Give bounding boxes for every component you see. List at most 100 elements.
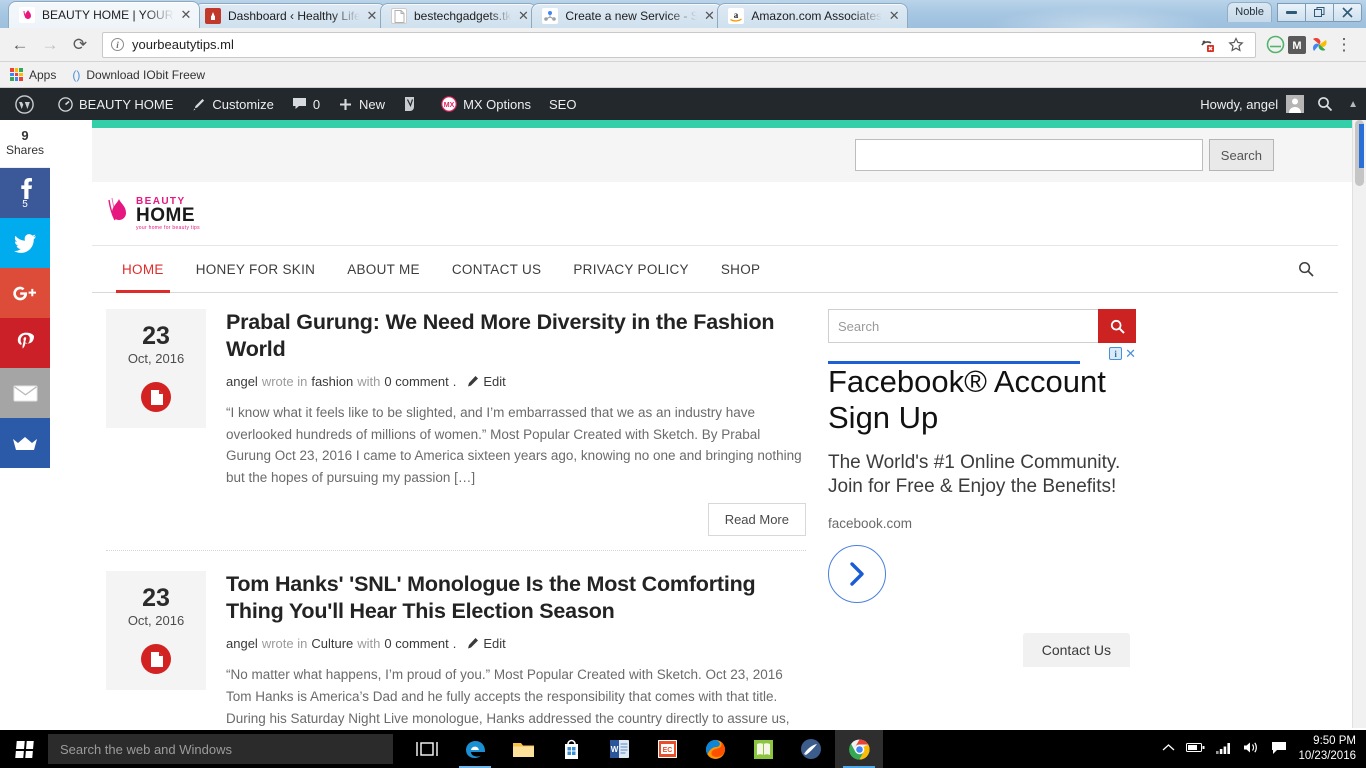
read-more-button[interactable]: Read More (707, 503, 806, 537)
ad-info-icon[interactable]: i (1109, 347, 1123, 360)
comments-menu[interactable]: 0 (283, 88, 329, 120)
customize-menu[interactable]: Customize (182, 88, 282, 120)
taskbar-search-box[interactable]: Search the web and Windows (48, 734, 393, 764)
nav-item-shop[interactable]: SHOP (705, 246, 776, 292)
file-explorer-icon[interactable] (499, 730, 547, 768)
extension-m-icon[interactable]: M (1286, 34, 1308, 56)
word-icon[interactable]: W (595, 730, 643, 768)
bookmark-star-icon[interactable] (1225, 34, 1247, 56)
tray-expand-icon[interactable] (1162, 743, 1175, 755)
close-button[interactable] (1333, 2, 1362, 22)
extension-green-icon[interactable] (1264, 34, 1286, 56)
top-search-button[interactable]: Search (1208, 139, 1274, 171)
share-pinterest-button[interactable] (0, 318, 50, 368)
share-googleplus-button[interactable] (0, 268, 50, 318)
store-icon[interactable] (547, 730, 595, 768)
pencil-icon (468, 375, 479, 387)
browser-tab-3[interactable]: bestechgadgets.tk ✕ (380, 3, 538, 28)
admin-item-label: 0 (312, 96, 321, 112)
reload-button[interactable]: ⟳ (66, 31, 94, 59)
post-author[interactable]: angel (226, 374, 258, 389)
search-button[interactable] (1098, 309, 1136, 343)
close-icon[interactable]: ✕ (516, 8, 530, 23)
address-bar[interactable]: i yourbeautytips.ml (102, 31, 1256, 58)
scroll-up-arrow[interactable]: ▲ (1348, 99, 1358, 110)
post-category[interactable]: Culture (311, 636, 353, 651)
back-button[interactable]: ← (6, 31, 34, 59)
post-edit-link[interactable]: Edit (466, 373, 506, 389)
close-icon[interactable]: ✕ (179, 7, 193, 22)
forward-button[interactable]: → (36, 31, 64, 59)
howdy-user-menu[interactable]: Howdy, angel (1191, 88, 1308, 120)
action-center-icon[interactable] (1271, 741, 1287, 758)
ad-close-icon[interactable]: ✕ (1125, 347, 1136, 360)
browser-tab-5[interactable]: a Amazon.com Associates ✕ (717, 3, 909, 28)
admin-search-icon[interactable] (1308, 88, 1342, 120)
post-edit-link[interactable]: Edit (466, 636, 506, 651)
browser-toolbar: ← → ⟳ i yourbeautytips.ml M ⋮ (0, 28, 1366, 62)
noble-profile-tab[interactable]: Noble (1227, 2, 1272, 22)
post-comment-count[interactable]: 0 comment (384, 636, 448, 651)
close-icon[interactable]: ✕ (702, 8, 716, 23)
firefox-icon[interactable] (691, 730, 739, 768)
site-info-icon[interactable]: i (111, 38, 124, 51)
network-icon[interactable] (1216, 742, 1232, 757)
search-input[interactable] (828, 309, 1098, 343)
nav-item-honey-for-skin[interactable]: HONEY FOR SKIN (180, 246, 331, 292)
share-facebook-button[interactable]: 5 (0, 168, 50, 218)
chrome-menu-button[interactable]: ⋮ (1330, 31, 1358, 59)
minimize-button[interactable] (1277, 2, 1306, 22)
paint-icon[interactable] (787, 730, 835, 768)
battery-icon[interactable] (1186, 742, 1205, 756)
close-icon[interactable]: ✕ (365, 8, 379, 23)
post-title-link[interactable]: Tom Hanks' 'SNL' Monologue Is the Most C… (226, 572, 756, 623)
nav-item-contact-us[interactable]: CONTACT US (436, 246, 558, 292)
post-title-link[interactable]: Prabal Gurung: We Need More Diversity in… (226, 310, 775, 361)
nav-search-icon[interactable] (1298, 246, 1338, 292)
new-content-menu[interactable]: New (329, 88, 394, 120)
page-scrollbar[interactable] (1352, 120, 1366, 728)
taskbar-clock[interactable]: 9:50 PM 10/23/2016 (1298, 734, 1356, 764)
restore-button[interactable] (1305, 2, 1334, 22)
link-icon: () (72, 67, 81, 82)
top-search-input[interactable] (854, 139, 1203, 171)
share-email-button[interactable] (0, 368, 50, 418)
browser-tab-2[interactable]: Dashboard ‹ Healthy Life ✕ (194, 3, 386, 28)
publisher-icon[interactable]: EC (643, 730, 691, 768)
adblock-icon[interactable] (1196, 34, 1218, 56)
post-author[interactable]: angel (226, 636, 258, 651)
browser-tab-1[interactable]: BEAUTY HOME | YOUR H ✕ (8, 1, 200, 28)
omnibox-actions (1196, 34, 1247, 56)
start-button[interactable] (0, 730, 48, 768)
wp-logo-button[interactable] (6, 88, 49, 120)
bookmark-apps[interactable]: Apps (10, 68, 56, 82)
dictionary-icon[interactable] (739, 730, 787, 768)
share-twitter-button[interactable] (0, 218, 50, 268)
close-icon[interactable]: ✕ (887, 8, 901, 23)
ad-headline[interactable]: Facebook® Account Sign Up (828, 364, 1106, 435)
browser-tab-4[interactable]: Create a new Service - SE ✕ (531, 3, 724, 28)
post-comment-count[interactable]: 0 comment (384, 374, 448, 389)
admin-item-label: MX Options (463, 96, 531, 112)
task-view-icon[interactable] (403, 730, 451, 768)
ad-next-arrow-button[interactable] (828, 544, 886, 603)
site-name-menu[interactable]: BEAUTY HOME (49, 88, 182, 120)
post-edit-label: Edit (483, 373, 506, 389)
nav-item-home[interactable]: HOME (106, 246, 180, 293)
extension-pinwheel-icon[interactable] (1308, 34, 1330, 56)
crown-icon (13, 436, 37, 450)
contact-us-button[interactable]: Contact Us (1022, 632, 1130, 667)
facebook-share-count: 5 (22, 198, 28, 210)
seo-menu[interactable]: SEO (540, 88, 585, 120)
yoast-seo-menu[interactable] (394, 88, 432, 120)
post-category[interactable]: fashion (311, 374, 353, 389)
edge-icon[interactable] (451, 730, 499, 768)
mx-options-menu[interactable]: MX MX Options (432, 88, 540, 120)
nav-item-privacy-policy[interactable]: PRIVACY POLICY (557, 246, 705, 292)
chrome-icon[interactable] (835, 730, 883, 768)
share-more-button[interactable] (0, 418, 50, 468)
bookmark-iobit[interactable]: () Download IObit Freew (72, 68, 205, 82)
volume-icon[interactable] (1243, 741, 1260, 757)
nav-item-about-me[interactable]: ABOUT ME (331, 246, 436, 292)
site-logo[interactable]: BEAUTY HOME your home for beauty tips (106, 196, 200, 231)
